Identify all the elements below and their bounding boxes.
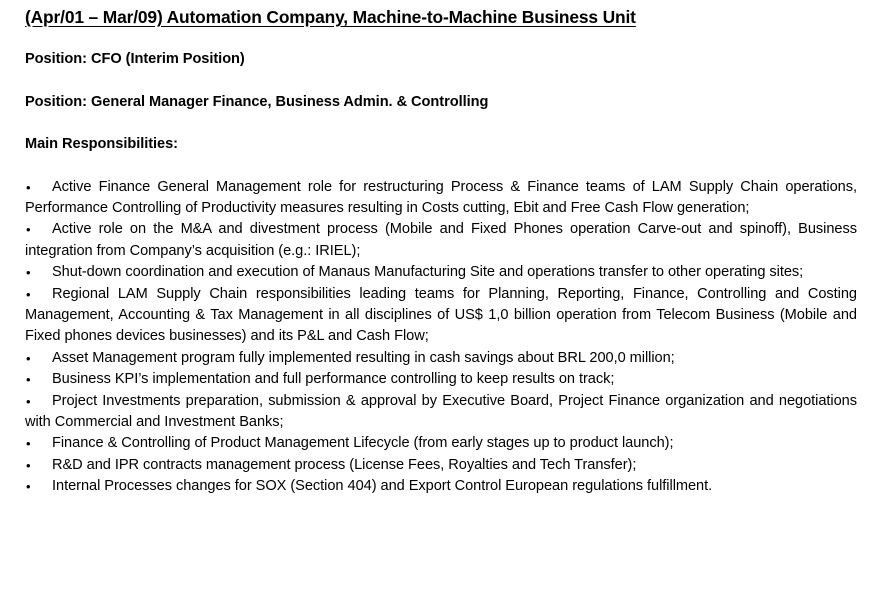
list-item: • Regional LAM Supply Chain responsibili…	[25, 284, 857, 348]
heading-spacer-1	[25, 71, 857, 92]
list-item-text: Business KPI’s implementation and full p…	[52, 371, 615, 388]
list-item-text: Active Finance General Management role f…	[25, 178, 857, 216]
list-item: • Finance & Controlling of Product Manag…	[25, 433, 857, 454]
position-interim-heading: Position: CFO (Interim Position)	[25, 51, 245, 67]
list-item-text: Shut-down coordination and execution of …	[52, 264, 804, 281]
bullet-icon: •	[26, 372, 31, 388]
heading-spacer-3	[25, 156, 857, 177]
bullet-icon: •	[26, 265, 31, 281]
heading-spacer-2	[25, 113, 857, 134]
document-content: (Apr/01 – Mar/09) Automation Company, Ma…	[25, 6, 857, 498]
list-item: • Internal Processes changes for SOX (Se…	[25, 476, 857, 497]
list-item-text: Asset Management program fully implement…	[52, 349, 675, 366]
bullet-icon: •	[26, 286, 31, 302]
list-item-text: Active role on the M&A and divestment pr…	[25, 221, 857, 259]
position-main-heading: Position: General Manager Finance, Busin…	[25, 93, 489, 110]
bullet-icon: •	[26, 479, 31, 495]
bullet-icon: •	[26, 222, 31, 238]
list-item: • Asset Management program fully impleme…	[25, 348, 857, 369]
bullet-icon: •	[26, 393, 31, 409]
document-page: (Apr/01 – Mar/09) Automation Company, Ma…	[0, 0, 886, 613]
list-item: • Active Finance General Management role…	[25, 177, 857, 220]
list-item: • Shut-down coordination and execution o…	[25, 262, 857, 283]
responsibilities-list: • Active Finance General Management role…	[25, 177, 857, 498]
list-item: • Business KPI’s implementation and full…	[25, 369, 857, 390]
list-item: • Project Investments preparation, submi…	[25, 391, 857, 434]
list-item-text: Project Investments preparation, submiss…	[25, 392, 857, 430]
list-item-text: Internal Processes changes for SOX (Sect…	[52, 478, 713, 495]
list-item-text: Regional LAM Supply Chain responsibiliti…	[25, 285, 857, 345]
responsibilities-heading: Main Responsibilities:	[25, 136, 178, 152]
bullet-icon: •	[26, 350, 31, 366]
page-title: (Apr/01 – Mar/09) Automation Company, Ma…	[25, 7, 636, 27]
bullet-icon: •	[26, 457, 31, 473]
list-item-text: Finance & Controlling of Product Managem…	[52, 435, 674, 452]
bullet-icon: •	[26, 436, 31, 452]
list-item: • R&D and IPR contracts management proce…	[25, 455, 857, 476]
list-item: • Active role on the M&A and divestment …	[25, 219, 857, 262]
title-spacer	[25, 28, 857, 49]
bullet-icon: •	[26, 179, 31, 195]
list-item-text: R&D and IPR contracts management process…	[52, 456, 637, 473]
